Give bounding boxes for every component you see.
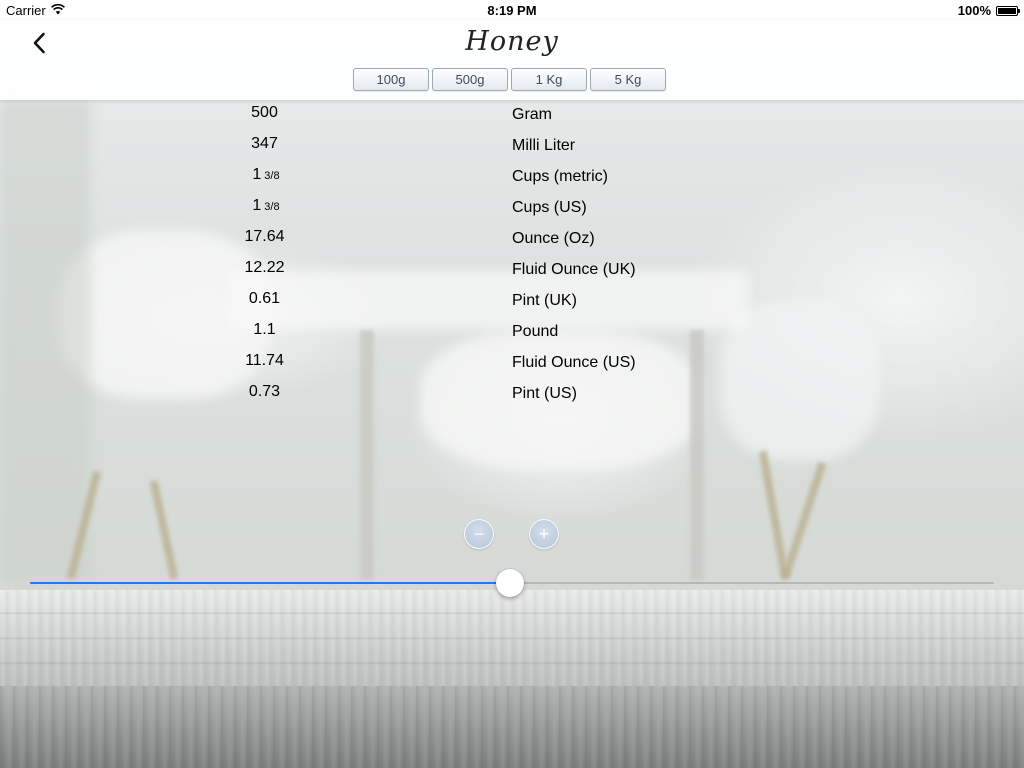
amount-slider[interactable] [30, 569, 994, 597]
conversion-value: 1 3/8 [166, 166, 366, 184]
plus-icon: + [538, 524, 550, 544]
status-bar: Carrier 8:19 PM 100% [0, 0, 1024, 20]
carrier-label: Carrier [6, 3, 46, 18]
conversion-unit: Ounce (Oz) [512, 230, 595, 247]
list-item: 500 Gram [0, 104, 1024, 135]
conversion-value: 500 [166, 104, 366, 122]
conversion-value: 0.73 [166, 383, 366, 401]
wooden-table-edge [0, 686, 1024, 768]
conversion-unit: Pound [512, 323, 559, 340]
conversion-unit: Pint (US) [512, 385, 577, 402]
value-whole: 0.73 [248, 383, 281, 400]
list-item: 1 3/8 Cups (US) [0, 197, 1024, 228]
increment-button[interactable]: + [529, 519, 559, 549]
conversion-unit: Fluid Ounce (UK) [512, 261, 636, 278]
back-button[interactable] [24, 30, 54, 60]
list-item: 347 Milli Liter [0, 135, 1024, 166]
conversion-unit: Pint (UK) [512, 292, 577, 309]
chevron-left-icon [32, 32, 46, 59]
conversion-value: 1 3/8 [166, 197, 366, 215]
value-whole: 0.61 [248, 290, 281, 307]
list-item: 11.74 Fluid Ounce (US) [0, 352, 1024, 383]
battery-icon [996, 5, 1020, 16]
slider-fill [30, 582, 511, 584]
nav-header: Honey 100g 500g 1 Kg 5 Kg [0, 20, 1024, 100]
list-item: 1 3/8 Cups (metric) [0, 166, 1024, 197]
value-whole: 17.64 [244, 228, 285, 245]
conversion-value: 11.74 [166, 352, 366, 370]
conversion-value: 1.1 [166, 321, 366, 339]
blurred-chair-leg [149, 480, 179, 580]
conversion-unit: Cups (metric) [512, 168, 609, 185]
list-item: 0.73 Pint (US) [0, 383, 1024, 414]
conversion-unit: Fluid Ounce (US) [512, 354, 636, 371]
slider-thumb[interactable] [496, 569, 525, 597]
conversion-unit: Cups (US) [512, 199, 587, 216]
conversion-value: 17.64 [166, 228, 366, 246]
value-whole: 11.74 [245, 352, 284, 369]
conversion-value: 12.22 [166, 259, 366, 277]
value-whole: 347 [251, 135, 278, 152]
amount-button-1kg[interactable]: 1 Kg [511, 68, 587, 91]
list-item: 12.22 Fluid Ounce (UK) [0, 259, 1024, 290]
value-fraction: 3/8 [264, 170, 280, 182]
wifi-icon [50, 3, 65, 18]
list-item: 0.61 Pint (UK) [0, 290, 1024, 321]
minus-icon: − [473, 524, 485, 544]
battery-percentage: 100% [957, 3, 991, 18]
conversion-list: 500 Gram 347 Milli Liter 1 3/8 Cups (metr… [0, 104, 1024, 414]
list-item: 1.1 Pound [0, 321, 1024, 352]
value-whole: 500 [251, 104, 278, 121]
amount-button-100g[interactable]: 100g [353, 68, 429, 91]
blurred-chair-leg [781, 461, 827, 579]
status-left: Carrier [6, 3, 65, 18]
conversion-value: 347 [166, 135, 366, 153]
status-right: 100% [957, 3, 1020, 18]
page-title: Honey [465, 26, 559, 57]
list-item: 17.64 Ounce (Oz) [0, 228, 1024, 259]
value-whole: 1 [252, 197, 262, 214]
amount-button-500g[interactable]: 500g [432, 68, 508, 91]
value-whole: 1.1 [253, 321, 276, 338]
status-time: 8:19 PM [487, 3, 537, 18]
value-whole: 12.22 [244, 259, 285, 276]
decrement-button[interactable]: − [464, 519, 494, 549]
amount-button-group: 100g 500g 1 Kg 5 Kg [353, 68, 666, 91]
value-fraction: 3/8 [264, 201, 280, 213]
value-whole: 1 [252, 166, 262, 183]
conversion-unit: Gram [512, 106, 552, 123]
amount-button-5kg[interactable]: 5 Kg [590, 68, 666, 91]
blurred-chair-leg [758, 450, 790, 580]
battery-level [998, 7, 1016, 14]
conversion-unit: Milli Liter [512, 137, 576, 154]
conversion-value: 0.61 [166, 290, 366, 308]
